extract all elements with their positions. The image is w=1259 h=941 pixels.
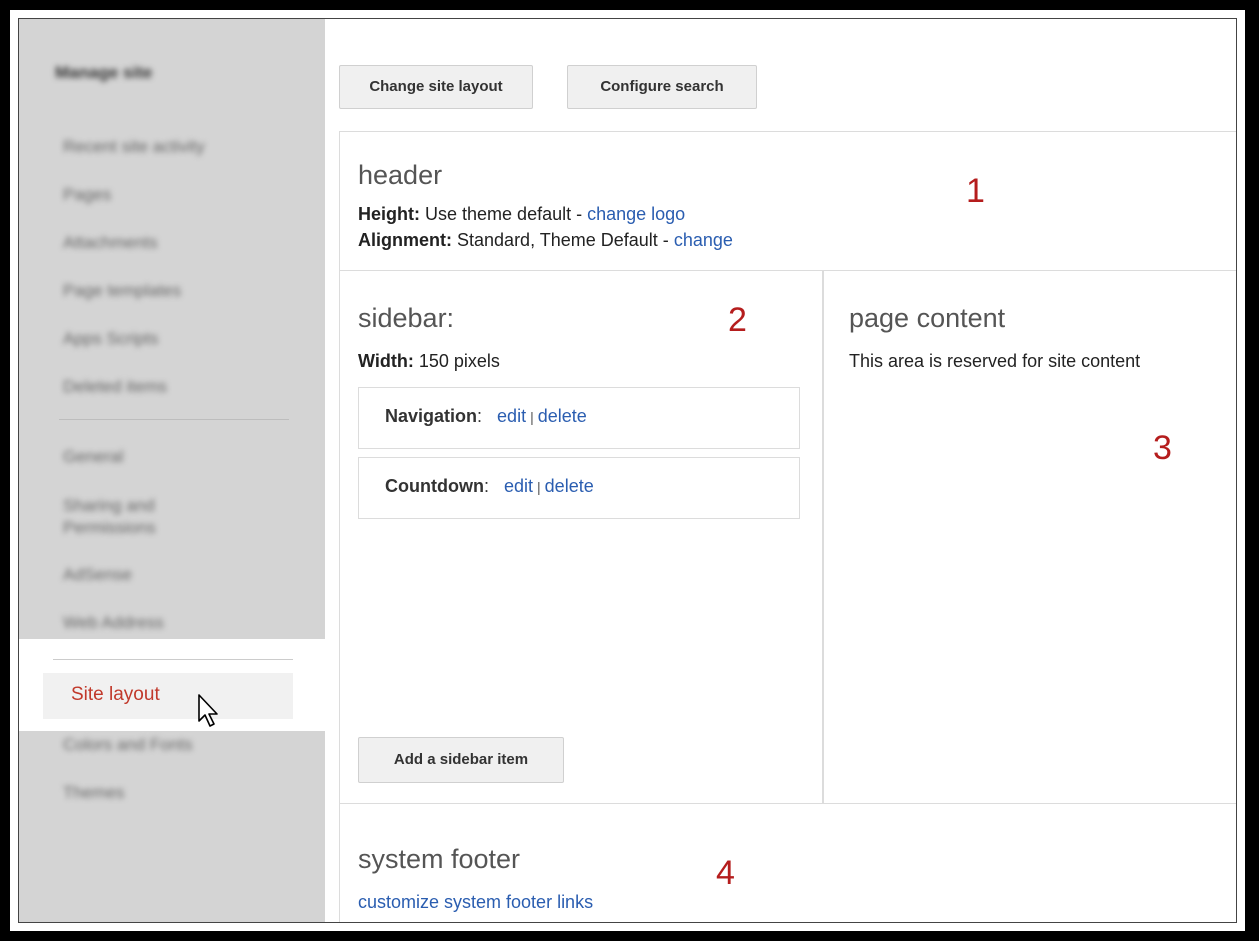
layout-editor: Change site layout Configure search head…	[325, 19, 1236, 922]
delete-navigation-link[interactable]: delete	[538, 406, 587, 426]
site-manager-window: Manage site Recent site activity Pages A…	[18, 18, 1237, 923]
alignment-value: Standard, Theme Default -	[457, 230, 674, 250]
sidebar-item-pages[interactable]: Pages	[63, 185, 111, 205]
mouse-pointer-icon	[198, 694, 218, 727]
annotation-number-3: 3	[1153, 429, 1172, 467]
delete-countdown-link[interactable]: delete	[545, 476, 594, 496]
sidebar-divider	[53, 659, 293, 660]
height-value: Use theme default -	[425, 204, 588, 224]
width-value: 150 pixels	[418, 351, 500, 371]
header-region[interactable]: header Height: Use theme default - chang…	[339, 131, 1236, 271]
system-footer-title: system footer	[358, 844, 521, 874]
customize-footer-links[interactable]: customize system footer links	[358, 892, 593, 912]
header-alignment-line: Alignment: Standard, Theme Default - cha…	[358, 230, 733, 251]
sidebar-item-deleted-items[interactable]: Deleted items	[63, 377, 167, 397]
sidebar-gadget-navigation[interactable]: Navigation: edit | delete	[358, 387, 800, 449]
sidebar-item-recent-activity[interactable]: Recent site activity	[63, 137, 205, 157]
page-content-title: page content	[849, 303, 1006, 333]
sidebar-region[interactable]: sidebar: Width: 150 pixels 2 Navigation:…	[339, 271, 823, 804]
sidebar-gadget-countdown[interactable]: Countdown: edit | delete	[358, 457, 800, 519]
change-site-layout-button[interactable]: Change site layout	[339, 65, 533, 109]
gadget-name: Countdown	[385, 476, 484, 496]
sidebar-item-web-address[interactable]: Web Address	[63, 613, 164, 633]
system-footer-region[interactable]: system footer customize system footer li…	[339, 804, 1236, 922]
page-content-description: This area is reserved for site content	[849, 351, 1141, 371]
sidebar-item-sharing[interactable]: Sharing and Permissions	[63, 495, 233, 539]
sidebar-item-site-layout[interactable]: Site layout	[43, 673, 293, 719]
change-alignment-link[interactable]: change	[674, 230, 733, 250]
sidebar-item-attachments[interactable]: Attachments	[63, 233, 158, 253]
sidebar-item-page-templates[interactable]: Page templates	[63, 281, 181, 301]
change-logo-link[interactable]: change logo	[587, 204, 685, 224]
width-label: Width:	[358, 351, 414, 371]
header-height-line: Height: Use theme default - change logo	[358, 204, 685, 225]
annotation-number-4: 4	[716, 854, 735, 892]
gadget-name: Navigation	[385, 406, 478, 426]
manage-site-sidebar: Manage site Recent site activity Pages A…	[19, 19, 325, 922]
alignment-label: Alignment:	[358, 230, 452, 250]
sidebar-width-line: Width: 150 pixels	[358, 351, 500, 372]
screenshot-frame: Manage site Recent site activity Pages A…	[10, 10, 1245, 931]
sidebar-item-apps-scripts[interactable]: Apps Scripts	[63, 329, 158, 349]
edit-navigation-link[interactable]: edit	[497, 406, 526, 426]
sidebar-item-general[interactable]: General	[63, 447, 123, 467]
annotation-number-1: 1	[966, 172, 985, 210]
sidebar-item-adsense[interactable]: AdSense	[63, 565, 132, 585]
edit-countdown-link[interactable]: edit	[504, 476, 533, 496]
header-title: header	[358, 160, 443, 190]
sidebar-item-themes[interactable]: Themes	[63, 783, 124, 803]
height-label: Height:	[358, 204, 420, 224]
add-sidebar-item-button[interactable]: Add a sidebar item	[358, 737, 564, 783]
sidebar-item-colors-fonts[interactable]: Colors and Fonts	[63, 735, 192, 755]
sidebar-panel-title: sidebar:	[358, 303, 455, 333]
page-content-region: page content This area is reserved for s…	[823, 271, 1236, 804]
annotation-number-2: 2	[728, 301, 747, 339]
sidebar-title: Manage site	[55, 63, 153, 82]
sidebar-divider	[59, 419, 289, 420]
configure-search-button[interactable]: Configure search	[567, 65, 757, 109]
